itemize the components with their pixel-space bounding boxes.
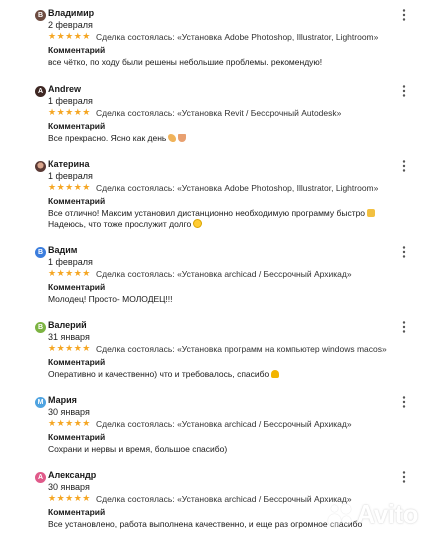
avatar[interactable]: A xyxy=(35,86,46,97)
avatar[interactable]: М xyxy=(35,397,46,408)
comment-body: Оперативно и качественно) что и требовал… xyxy=(48,369,270,379)
deal-title: «Установка archicad / Бессрочный Архикад… xyxy=(177,269,352,279)
comment-label: Комментарий xyxy=(48,357,106,367)
deal-info: Сделка состоялась: «Установка программ н… xyxy=(96,344,387,354)
smile-emoji-icon xyxy=(193,219,203,228)
deal-prefix: Сделка состоялась: xyxy=(96,108,175,118)
avatar[interactable] xyxy=(35,161,46,172)
review-date: 30 января xyxy=(48,407,90,417)
comment-text: Все прекрасно. Ясно как день xyxy=(48,133,408,144)
review-date: 1 февраля xyxy=(48,96,93,106)
rating-stars: ★★★★★ xyxy=(48,107,91,117)
review-date: 2 февраля xyxy=(48,20,93,30)
avito-watermark-text: Avito xyxy=(356,499,418,529)
deal-info: Сделка состоялась: «Установка Adobe Phot… xyxy=(96,32,378,42)
comment-label: Комментарий xyxy=(48,432,106,442)
review-item: В Владимир 2 февраля ★★★★★ Сделка состоя… xyxy=(0,0,432,75)
reviewer-name[interactable]: Валерий xyxy=(48,320,87,330)
deal-info: Сделка состоялась: «Установка archicad /… xyxy=(96,494,352,504)
reviewer-name[interactable]: Александр xyxy=(48,470,96,480)
rating-stars: ★★★★★ xyxy=(48,268,91,278)
comment-body: Все прекрасно. Ясно как день xyxy=(48,133,167,143)
reviewer-name[interactable]: Владимир xyxy=(48,8,94,18)
more-options-icon[interactable] xyxy=(400,84,408,98)
comment-body-cont: Надеюсь, что тоже прослужит долго xyxy=(48,219,192,229)
avito-logo-icon xyxy=(327,502,353,528)
reviewer-name[interactable]: Andrew xyxy=(48,84,81,94)
review-item: В Вадим 1 февраля ★★★★★ Сделка состоялас… xyxy=(0,237,432,312)
reviewer-name[interactable]: Катерина xyxy=(48,159,90,169)
avatar[interactable]: В xyxy=(35,247,46,258)
deal-title: «Установка Adobe Photoshop, Illustrator,… xyxy=(177,32,379,42)
comment-text: Все отлично! Максим установил дистанцион… xyxy=(48,208,408,230)
deal-prefix: Сделка состоялась: xyxy=(96,344,175,354)
rating-stars: ★★★★★ xyxy=(48,31,91,41)
deal-prefix: Сделка состоялась: xyxy=(96,269,175,279)
pray-emoji-icon xyxy=(178,134,187,142)
reviewer-name[interactable]: Мария xyxy=(48,395,77,405)
avito-watermark: Avito xyxy=(327,499,418,530)
review-item: A Andrew 1 февраля ★★★★★ Сделка состояла… xyxy=(0,76,432,151)
comment-label: Комментарий xyxy=(48,282,106,292)
deal-info: Сделка состоялась: «Установка Adobe Phot… xyxy=(96,183,378,193)
deal-title: «Установка Revit / Бессрочный Autodesk» xyxy=(177,108,342,118)
more-options-icon[interactable] xyxy=(400,320,408,334)
deal-prefix: Сделка состоялась: xyxy=(96,183,175,193)
review-date: 30 января xyxy=(48,482,90,492)
deal-prefix: Сделка состоялась: xyxy=(96,32,175,42)
comment-label: Комментарий xyxy=(48,121,106,131)
more-options-icon[interactable] xyxy=(400,470,408,484)
scream-emoji-icon xyxy=(367,209,376,217)
more-options-icon[interactable] xyxy=(400,395,408,409)
comment-label: Комментарий xyxy=(48,45,106,55)
deal-title: «Установка archicad / Бессрочный Архикад… xyxy=(177,419,352,429)
deal-title: «Установка archicad / Бессрочный Архикад… xyxy=(177,494,352,504)
heart-emoji-icon xyxy=(271,370,280,378)
rating-stars: ★★★★★ xyxy=(48,343,91,353)
avatar[interactable]: В xyxy=(35,322,46,333)
review-item: В Валерий 31 января ★★★★★ Сделка состоял… xyxy=(0,312,432,387)
review-item: М Мария 30 января ★★★★★ Сделка состоялас… xyxy=(0,387,432,462)
more-options-icon[interactable] xyxy=(400,159,408,173)
review-item: Катерина 1 февраля ★★★★★ Сделка состояла… xyxy=(0,151,432,239)
deal-title: «Установка программ на компьютер windows… xyxy=(177,344,387,354)
deal-info: Сделка состоялась: «Установка archicad /… xyxy=(96,269,352,279)
muscle-emoji-icon xyxy=(168,134,177,142)
deal-prefix: Сделка состоялась: xyxy=(96,494,175,504)
avatar[interactable]: А xyxy=(35,472,46,483)
rating-stars: ★★★★★ xyxy=(48,493,91,503)
comment-text: Оперативно и качественно) что и требовал… xyxy=(48,369,408,380)
deal-prefix: Сделка состоялась: xyxy=(96,419,175,429)
deal-info: Сделка состоялась: «Установка archicad /… xyxy=(96,419,352,429)
comment-text: Молодец! Просто- МОЛОДЕЦ!!! xyxy=(48,294,173,304)
review-date: 1 февраля xyxy=(48,257,93,267)
comment-text: все чётко, по ходу были решены небольшие… xyxy=(48,57,323,67)
rating-stars: ★★★★★ xyxy=(48,418,91,428)
comment-label: Комментарий xyxy=(48,196,106,206)
rating-stars: ★★★★★ xyxy=(48,182,91,192)
more-options-icon[interactable] xyxy=(400,8,408,22)
deal-title: «Установка Adobe Photoshop, Illustrator,… xyxy=(177,183,379,193)
reviewer-name[interactable]: Вадим xyxy=(48,245,77,255)
deal-info: Сделка состоялась: «Установка Revit / Бе… xyxy=(96,108,341,118)
comment-body: Все отлично! Максим установил дистанцион… xyxy=(48,208,366,218)
review-date: 1 февраля xyxy=(48,171,93,181)
review-date: 31 января xyxy=(48,332,90,342)
avatar[interactable]: В xyxy=(35,10,46,21)
more-options-icon[interactable] xyxy=(400,245,408,259)
comment-label: Комментарий xyxy=(48,507,106,517)
comment-text: Сохрани и нервы и время, большое спасибо… xyxy=(48,444,228,454)
